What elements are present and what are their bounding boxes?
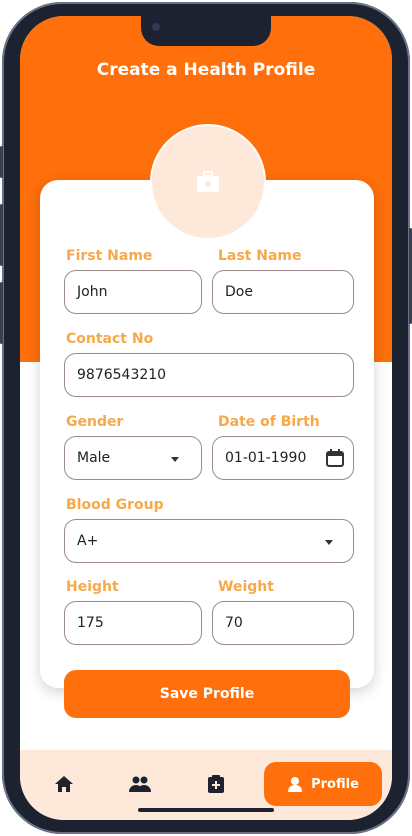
chevron-down-icon xyxy=(171,457,179,462)
first-name-field[interactable]: John xyxy=(64,270,202,314)
contact-field[interactable]: 9876543210 xyxy=(64,353,354,397)
medical-briefcase-icon xyxy=(197,171,219,192)
nav-profile[interactable]: Profile xyxy=(264,762,382,806)
last-name-label: Last Name xyxy=(218,248,302,264)
nav-home[interactable] xyxy=(50,770,78,798)
page-title: Create a Health Profile xyxy=(96,60,316,80)
calendar-icon[interactable] xyxy=(325,448,345,468)
nav-people[interactable] xyxy=(126,770,154,798)
height-field[interactable]: 175 xyxy=(64,601,202,645)
save-profile-label: Save Profile xyxy=(159,686,255,702)
people-icon xyxy=(129,776,151,792)
home-icon xyxy=(55,776,73,792)
camera xyxy=(152,23,160,31)
save-profile-button[interactable]: Save Profile xyxy=(64,670,350,718)
first-name-value: John xyxy=(77,284,108,300)
medical-record-icon xyxy=(208,775,224,793)
last-name-field[interactable]: Doe xyxy=(212,270,354,314)
home-indicator xyxy=(138,808,274,812)
blood-group-value: A+ xyxy=(77,533,99,549)
height-label: Height xyxy=(66,579,119,595)
contact-label: Contact No xyxy=(66,331,154,347)
nav-profile-label: Profile xyxy=(311,776,359,792)
dob-field[interactable]: 01-01-1990 xyxy=(212,436,354,480)
gender-select[interactable]: Male xyxy=(64,436,202,480)
blood-group-label: Blood Group xyxy=(66,497,164,513)
gender-label: Gender xyxy=(66,414,124,430)
profile-avatar[interactable] xyxy=(150,124,266,240)
last-name-value: Doe xyxy=(225,284,253,300)
dob-value: 01-01-1990 xyxy=(225,450,307,466)
notch xyxy=(141,16,271,46)
first-name-label: First Name xyxy=(66,248,153,264)
contact-value: 9876543210 xyxy=(77,367,167,383)
height-value: 175 xyxy=(77,615,104,631)
gender-value: Male xyxy=(77,450,111,466)
side-button xyxy=(0,146,3,178)
nav-records[interactable] xyxy=(202,770,230,798)
blood-group-select[interactable]: A+ xyxy=(64,519,354,563)
person-icon xyxy=(288,777,303,792)
weight-label: Weight xyxy=(218,579,274,595)
chevron-down-icon xyxy=(325,540,333,545)
dob-label: Date of Birth xyxy=(218,414,320,430)
weight-field[interactable]: 70 xyxy=(212,601,354,645)
weight-value: 70 xyxy=(225,615,243,631)
screen: Create a Health Profile First Name Last … xyxy=(20,16,392,820)
side-button xyxy=(0,282,3,344)
side-button xyxy=(0,204,3,266)
